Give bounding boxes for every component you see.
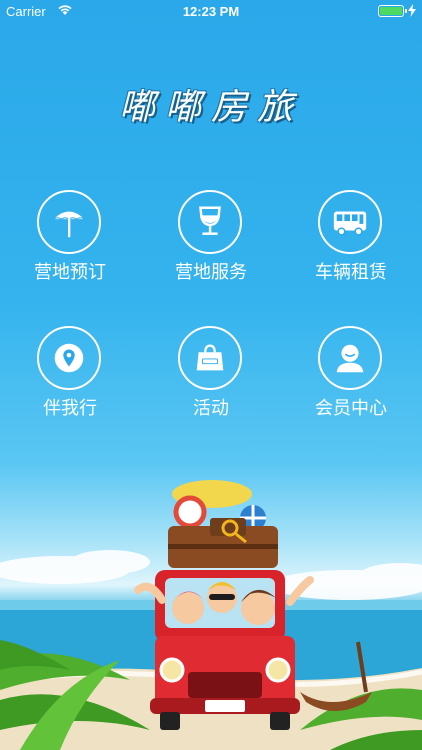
status-bar: Carrier 12:23 PM — [0, 0, 422, 24]
menu-item-campsite-booking[interactable]: 营地预订 — [10, 190, 130, 300]
app-title: 嘟嘟房旅 — [118, 87, 303, 128]
charging-icon — [408, 4, 416, 17]
menu-icon-circle — [37, 190, 101, 254]
menu-icon-circle — [318, 326, 382, 390]
menu-item-member-center[interactable]: 会员中心 — [291, 326, 411, 436]
menu-label: 会员中心 — [315, 398, 387, 419]
menu-icon-circle — [178, 326, 242, 390]
status-time: 12:23 PM — [182, 4, 240, 19]
menu-item-vehicle-rental[interactable]: 车辆租赁 — [291, 190, 411, 300]
menu-icon-circle — [318, 190, 382, 254]
menu-label: 营地预订 — [34, 262, 106, 283]
menu-label: 伴我行 — [43, 398, 97, 419]
app-screen: Carrier 12:23 PM 嘟嘟房旅 营地预订 营地服务 车辆租赁 伴我行… — [0, 0, 422, 750]
map-pin-icon — [54, 343, 84, 373]
battery-icon — [378, 5, 407, 17]
bus-icon — [333, 211, 367, 236]
menu-label: 营地服务 — [175, 262, 247, 283]
menu-label: 活动 — [193, 398, 229, 419]
shopping-bag-icon — [196, 344, 224, 371]
menu-item-campsite-service[interactable]: 营地服务 — [151, 190, 271, 300]
beach-car-illustration — [0, 480, 422, 750]
menu-item-travel-with-me[interactable]: 伴我行 — [10, 326, 130, 436]
menu-icon-circle — [37, 326, 101, 390]
menu-icon-circle — [178, 190, 242, 254]
menu-item-activities[interactable]: 活动 — [151, 326, 271, 436]
wine-glass-icon — [199, 206, 221, 235]
user-icon — [336, 344, 364, 373]
luggage-pile — [168, 480, 278, 568]
umbrella-icon — [53, 211, 85, 238]
menu-label: 车辆租赁 — [315, 262, 387, 283]
